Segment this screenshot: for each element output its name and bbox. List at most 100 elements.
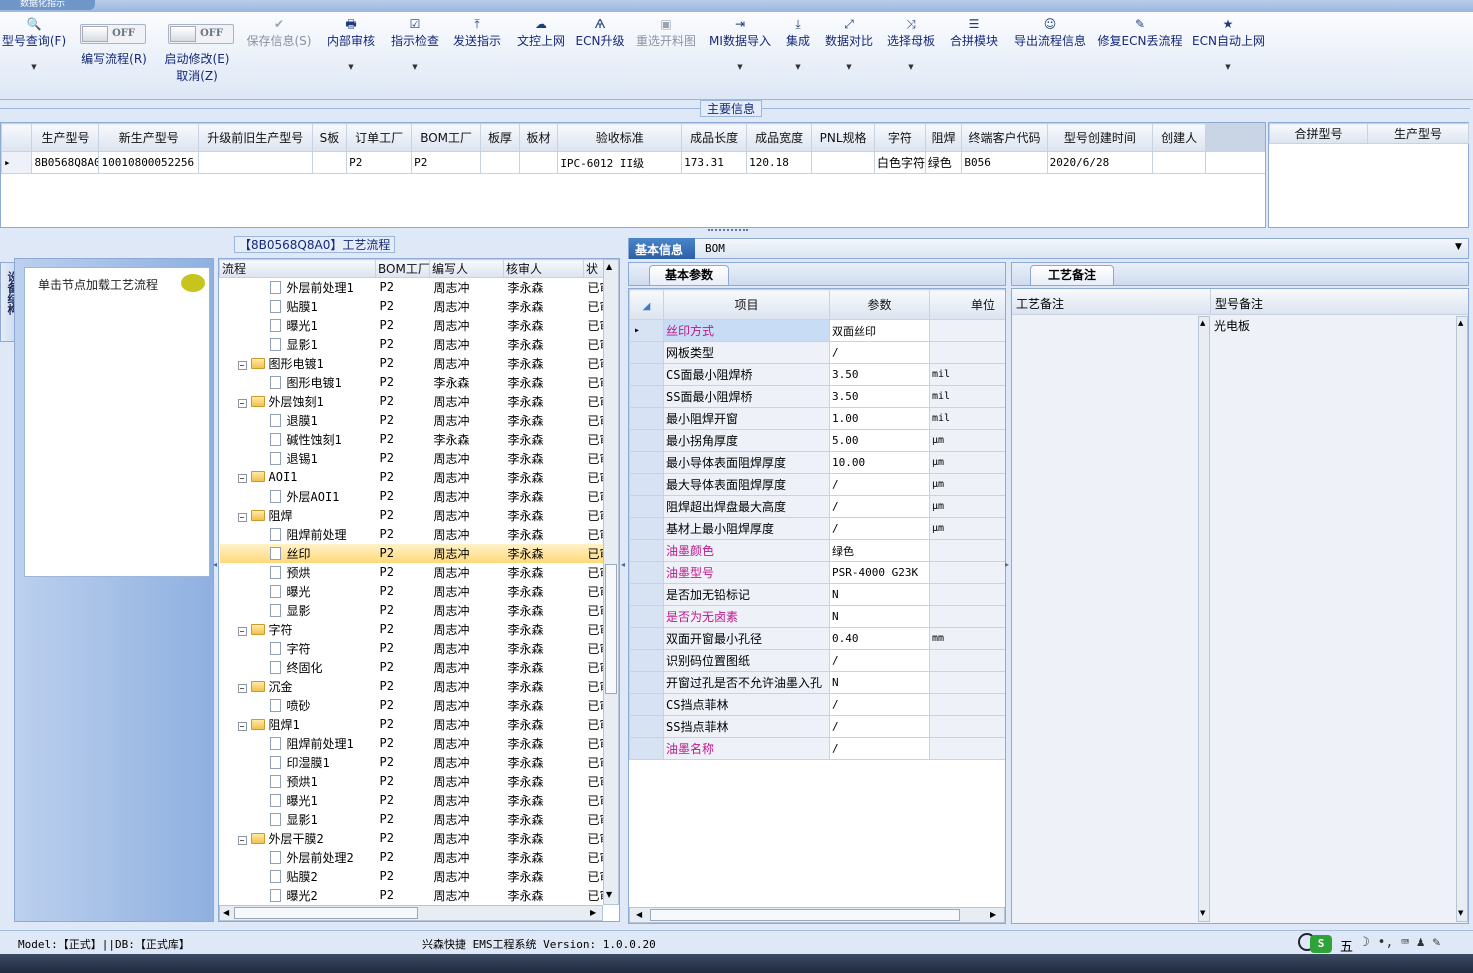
scroll-right-icon[interactable]: ▶: [990, 910, 996, 919]
tree-row[interactable]: −阻焊1P2周志冲李永森已审: [220, 715, 606, 734]
col-header[interactable]: BOM工厂: [375, 259, 430, 278]
model-remark-textarea[interactable]: 光电板: [1211, 316, 1456, 922]
tree-node[interactable]: 预烘1: [220, 772, 376, 791]
param-value[interactable]: /: [829, 495, 930, 518]
instruction-check-button[interactable]: ☑ 指示检查 ▼: [388, 16, 442, 71]
col-header[interactable]: BOM工厂: [411, 123, 482, 152]
tree-row[interactable]: 贴膜2P2周志冲李永森已审: [220, 867, 606, 886]
tree-node[interactable]: − 外层干膜2: [220, 829, 376, 848]
tree-node[interactable]: 曝光: [220, 582, 376, 601]
ime-logo-icon[interactable]: S: [1310, 935, 1332, 953]
param-value[interactable]: /: [829, 473, 930, 496]
splitter-arrow-icon[interactable]: ▸: [1005, 560, 1009, 569]
tree-node[interactable]: 显影1: [220, 335, 376, 354]
chevron-down-icon[interactable]: ▼: [706, 63, 774, 71]
tree-node[interactable]: 外层前处理1: [220, 278, 376, 297]
table-row[interactable]: ▸ 8B0568Q8A0 10010800052256 P2 P2 IPC-60…: [1, 151, 1265, 174]
tree-row[interactable]: 印湿膜1P2周志冲李永森已审: [220, 753, 606, 772]
table-cell[interactable]: [197, 151, 313, 174]
col-header[interactable]: 成品宽度: [746, 123, 813, 152]
scroll-left-icon[interactable]: ◀: [636, 910, 642, 919]
tree-node[interactable]: 贴膜2: [220, 867, 376, 886]
tree-hscrollbar[interactable]: ◀ ▶: [219, 905, 603, 921]
internal-review-button[interactable]: 🖶 内部审核 ▼: [324, 16, 378, 71]
param-value[interactable]: 绿色: [829, 539, 930, 562]
param-value[interactable]: /: [829, 341, 930, 364]
collapse-icon[interactable]: −: [237, 398, 247, 408]
col-header[interactable]: 创建人: [1152, 123, 1206, 152]
tree-row[interactable]: 外层前处理1P2周志冲李永森已审: [220, 278, 606, 297]
table-cell[interactable]: [311, 151, 348, 174]
param-row[interactable]: 最小拐角厚度 5.00 μm: [629, 429, 1005, 452]
tree-node[interactable]: 图形电镀1: [220, 373, 376, 392]
col-header[interactable]: 工艺备注: [1012, 289, 1210, 315]
col-header[interactable]: 阻焊: [924, 123, 963, 152]
table-cell[interactable]: 10010800052256: [98, 151, 199, 174]
param-row[interactable]: 双面开窗最小孔径 0.40 mm: [629, 627, 1005, 650]
table-cell[interactable]: 173.31: [681, 151, 748, 174]
param-value[interactable]: 3.50: [829, 385, 930, 408]
param-value[interactable]: PSR-4000 G23K: [829, 561, 930, 584]
export-flow-button[interactable]: ☺ 导出流程信息: [1010, 16, 1090, 49]
param-value[interactable]: /: [829, 737, 930, 760]
tab-basic-info[interactable]: 基本信息: [629, 238, 695, 259]
table-cell[interactable]: B056: [961, 151, 1048, 174]
scroll-thumb[interactable]: [605, 564, 617, 694]
table-cell[interactable]: 2020/6/28: [1046, 151, 1154, 174]
col-header[interactable]: PNL规格: [811, 123, 876, 152]
tree-row[interactable]: −外层蚀刻1P2周志冲李永森已审: [220, 392, 606, 411]
process-remark-textarea[interactable]: [1012, 316, 1198, 922]
param-row[interactable]: 是否加无铅标记 N: [629, 583, 1005, 606]
tree-node[interactable]: 预烘: [220, 563, 376, 582]
tree-row[interactable]: −外层干膜2P2周志冲李永森已审: [220, 829, 606, 848]
tree-row[interactable]: 丝印P2周志冲李永森已审: [219, 543, 606, 563]
tree-node[interactable]: 显影: [220, 601, 376, 620]
tree-row[interactable]: 喷砂P2周志冲李永森已审: [220, 696, 606, 715]
tree-node[interactable]: 外层AOI1: [220, 487, 376, 506]
tree-node[interactable]: 曝光2: [220, 886, 376, 905]
collapse-icon[interactable]: −: [237, 835, 247, 845]
col-header[interactable]: 核审人: [503, 259, 584, 278]
tree-node[interactable]: − 字符: [220, 620, 376, 639]
send-instruction-button[interactable]: ⤒ 发送指示: [450, 16, 504, 49]
table-cell[interactable]: [518, 151, 559, 174]
tree-node[interactable]: 曝光1: [220, 791, 376, 810]
param-value[interactable]: 10.00: [829, 451, 930, 474]
param-value[interactable]: 双面丝印: [829, 319, 930, 342]
tree-row[interactable]: 显影P2周志冲李永森已审: [220, 601, 606, 620]
param-row[interactable]: 是否为无卤素 N: [629, 605, 1005, 628]
table-cell[interactable]: P2: [411, 151, 482, 174]
scroll-up-icon[interactable]: ▲: [606, 262, 612, 271]
splitter-grip[interactable]: [708, 229, 748, 233]
tree-node[interactable]: − 沉金: [220, 677, 376, 696]
col-header[interactable]: 参数: [829, 289, 930, 320]
ime-tray-icons[interactable]: ☽ •, ⌨ ♟ ✎: [1362, 935, 1440, 950]
tree-node[interactable]: 曝光1: [220, 316, 376, 335]
tree-row[interactable]: 曝光1P2周志冲李永森已审: [220, 316, 606, 335]
chevron-down-icon[interactable]: ▼: [1455, 242, 1462, 252]
col-header[interactable]: 板厚: [480, 123, 520, 152]
chevron-down-icon[interactable]: ▼: [1192, 63, 1264, 71]
collapse-icon[interactable]: −: [237, 721, 247, 731]
tree-row[interactable]: 曝光P2周志冲李永森已审: [220, 582, 606, 601]
scroll-left-icon[interactable]: ◀: [223, 908, 229, 917]
tree-node[interactable]: − 阻焊1: [220, 715, 376, 734]
tree-row[interactable]: 贴膜1P2周志冲李永森已审: [220, 297, 606, 316]
col-header[interactable]: 型号创建时间: [1046, 123, 1154, 152]
param-value[interactable]: 0.40: [829, 627, 930, 650]
tree-row[interactable]: 外层AOI1P2周志冲李永森已审: [220, 487, 606, 506]
tree-node[interactable]: 退锡1: [220, 449, 376, 468]
start-edit-toggle[interactable]: OFF: [168, 24, 234, 44]
param-row[interactable]: CS挡点菲林 /: [629, 693, 1005, 716]
col-header[interactable]: 成品长度: [681, 123, 748, 152]
col-header[interactable]: 生产型号: [31, 123, 100, 152]
cancel-edit-text[interactable]: 取消(Z): [176, 69, 218, 83]
chevron-down-icon[interactable]: ▼: [780, 63, 816, 71]
col-header[interactable]: 项目: [663, 289, 830, 320]
tree-row[interactable]: 阻焊前处理P2周志冲李永森已审: [220, 525, 606, 544]
tree-row[interactable]: 显影1P2周志冲李永森已审: [220, 810, 606, 829]
table-cell[interactable]: 绿色: [924, 151, 963, 174]
param-row[interactable]: 网板类型 /: [629, 341, 1005, 364]
param-value[interactable]: 5.00: [829, 429, 930, 452]
scroll-down-icon[interactable]: ▼: [606, 890, 612, 899]
